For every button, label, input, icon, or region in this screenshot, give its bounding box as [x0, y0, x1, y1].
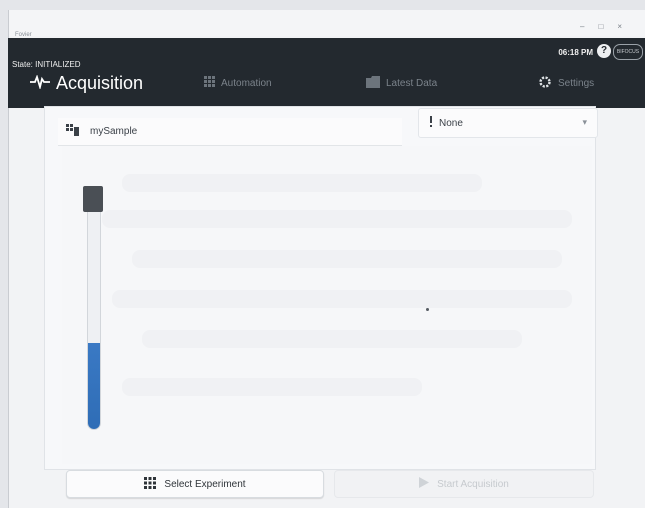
title-bar: Fovier –□× — [9, 10, 645, 38]
close-icon[interactable]: × — [617, 22, 636, 31]
faint-row — [142, 330, 522, 348]
sample-tube — [87, 190, 101, 430]
tube-fill-level — [88, 343, 100, 429]
folder-icon — [366, 75, 380, 91]
button-label: Select Experiment — [164, 478, 246, 490]
tab-label: Latest Data — [386, 77, 438, 89]
tab-label: Acquisition — [56, 72, 144, 93]
grid-icon — [204, 76, 215, 90]
selector-value: None — [439, 117, 463, 129]
tab-latest-data[interactable]: Latest Data — [366, 70, 437, 96]
play-icon — [419, 477, 430, 491]
waveform-icon — [30, 73, 50, 94]
help-icon[interactable]: ? — [597, 44, 611, 58]
chevron-down-icon[interactable]: ▾ — [582, 117, 587, 128]
tab-label: Settings — [558, 77, 595, 89]
select-experiment-button[interactable]: Select Experiment — [66, 470, 324, 498]
minimize-icon[interactable]: – — [580, 22, 598, 31]
window-controls[interactable]: –□× — [580, 22, 636, 31]
clock: 06:18 PM — [558, 48, 593, 57]
sample-name-field[interactable]: mySample — [58, 118, 402, 146]
faint-row — [112, 290, 572, 308]
start-acquisition-button[interactable]: Start Acquisition — [334, 470, 594, 498]
tab-acquisition[interactable]: Acquisition — [30, 70, 143, 96]
grid-icon — [144, 476, 157, 492]
cursor-dot — [426, 308, 429, 311]
tab-label: Automation — [221, 77, 272, 89]
tube-cap — [83, 186, 103, 212]
app-header: State: INITIALIZED 06:18 PM ? BIFOCUS Ac… — [8, 38, 645, 108]
brand-logo: BIFOCUS — [613, 44, 643, 60]
tab-settings[interactable]: Settings — [538, 70, 594, 96]
info-icon — [429, 114, 433, 132]
maximize-icon[interactable]: □ — [598, 22, 617, 31]
experiment-selector[interactable]: None ▾ — [418, 108, 598, 138]
sample-icon — [66, 123, 80, 141]
button-label: Start Acquisition — [437, 478, 509, 490]
content-area — [62, 146, 592, 464]
faint-row — [122, 378, 422, 396]
state-label: State: INITIALIZED — [12, 60, 81, 69]
sample-name-value: mySample — [90, 126, 138, 137]
faint-row — [122, 174, 482, 192]
gear-icon — [538, 75, 552, 92]
tab-automation[interactable]: Automation — [204, 70, 272, 96]
faint-row — [102, 210, 572, 228]
faint-row — [132, 250, 562, 268]
